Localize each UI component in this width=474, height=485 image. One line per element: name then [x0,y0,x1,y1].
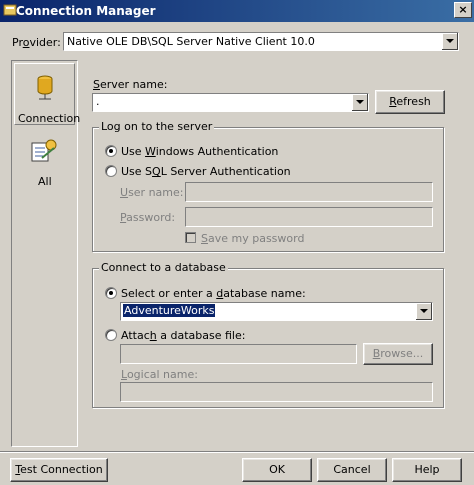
app-icon [3,4,17,16]
database-name-value: AdventureWorks [121,303,217,318]
refresh-button[interactable]: Refresh [375,90,445,114]
select-database-radio[interactable] [105,287,117,299]
attach-file-label[interactable]: Attach a database file: [121,329,245,342]
username-input[interactable] [185,182,433,202]
save-password-label[interactable]: Save my password [201,232,304,245]
browse-button[interactable]: Browse... [363,343,433,365]
password-input[interactable] [185,207,433,227]
nav-item-all[interactable]: All [14,133,75,189]
database-legend: Connect to a database [99,261,228,274]
logon-legend: Log on to the server [99,120,215,133]
ok-button[interactable]: OK [242,458,312,482]
save-password-checkbox[interactable] [185,232,196,243]
logical-name-label: Logical name: [121,368,198,381]
server-name-combo[interactable]: . [92,93,369,112]
sql-auth-label[interactable]: Use SQL Server Authentication [121,165,291,178]
chevron-down-icon[interactable] [415,303,432,320]
server-name-value: . [96,95,100,108]
footer-divider [0,451,474,453]
windows-auth-label[interactable]: Use Windows Authentication [121,145,278,158]
title-bar: Connection Manager × [0,0,474,22]
nav-item-label: Connection [18,112,81,125]
password-label: Password: [120,211,176,224]
database-name-combo[interactable]: AdventureWorks [120,302,433,321]
help-button[interactable]: Help [392,458,462,482]
sql-auth-radio[interactable] [105,165,117,177]
cancel-button[interactable]: Cancel [317,458,387,482]
nav-item-label: All [38,175,52,188]
select-database-label[interactable]: Select or enter a database name: [121,287,306,300]
logical-name-input[interactable] [120,382,433,402]
username-label: User name: [120,186,184,199]
close-button[interactable]: × [454,2,472,18]
window-title: Connection Manager [16,4,156,18]
attach-file-radio[interactable] [105,329,117,341]
chevron-down-icon[interactable] [351,94,368,111]
provider-label: Provider: [12,36,61,49]
provider-value: Native OLE DB\SQL Server Native Client 1… [67,35,315,48]
database-icon [37,75,53,100]
test-connection-button[interactable]: Test Connection [10,458,108,482]
windows-auth-radio[interactable] [105,145,117,157]
chevron-down-icon[interactable] [441,33,458,50]
provider-select[interactable]: Native OLE DB\SQL Server Native Client 1… [63,32,459,51]
nav-item-connection[interactable]: Connection [14,63,80,125]
attach-file-input[interactable] [120,344,357,364]
properties-icon [31,139,57,162]
server-name-label: Server name: [93,78,168,91]
